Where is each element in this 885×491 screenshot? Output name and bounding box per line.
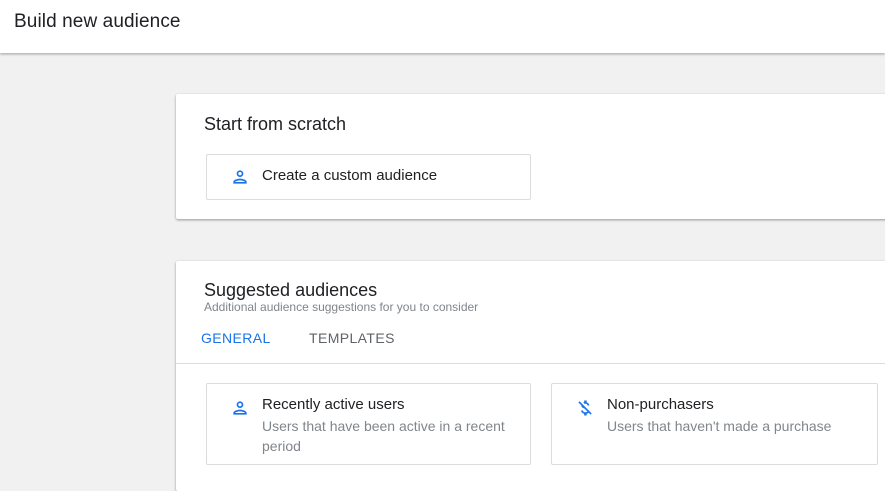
non-purchasers-description: Users that haven't made a purchase [607,418,832,434]
person-icon [233,401,247,415]
tab-templates[interactable]: TEMPLATES [309,330,395,346]
tab-general[interactable]: GENERAL [201,330,271,346]
create-custom-audience-label: Create a custom audience [262,167,438,184]
suggested-card-subtitle: Additional audience suggestions for you … [204,300,479,314]
no-money-icon [578,400,592,416]
non-purchasers-option[interactable]: Non-purchasers Users that haven't made a… [551,383,878,465]
create-custom-audience-button[interactable]: Create a custom audience [206,154,531,200]
recently-active-users-description: Users that have been active in a recent … [262,418,505,454]
suggested-audiences-card: Suggested audiences Additional audience … [176,261,885,491]
person-icon [233,170,247,184]
suggested-card-title: Suggested audiences [204,280,378,300]
recently-active-users-title: Recently active users [262,396,405,413]
scratch-card-title: Start from scratch [204,114,347,134]
header-bar: Build new audience [0,0,885,53]
start-from-scratch-card: Start from scratch Create a custom audie… [176,94,885,219]
non-purchasers-title: Non-purchasers [607,396,714,413]
suggested-tabs: GENERAL TEMPLATES [176,321,885,364]
page-title: Build new audience [14,11,181,32]
recently-active-users-option[interactable]: Recently active users Users that have be… [206,383,531,465]
